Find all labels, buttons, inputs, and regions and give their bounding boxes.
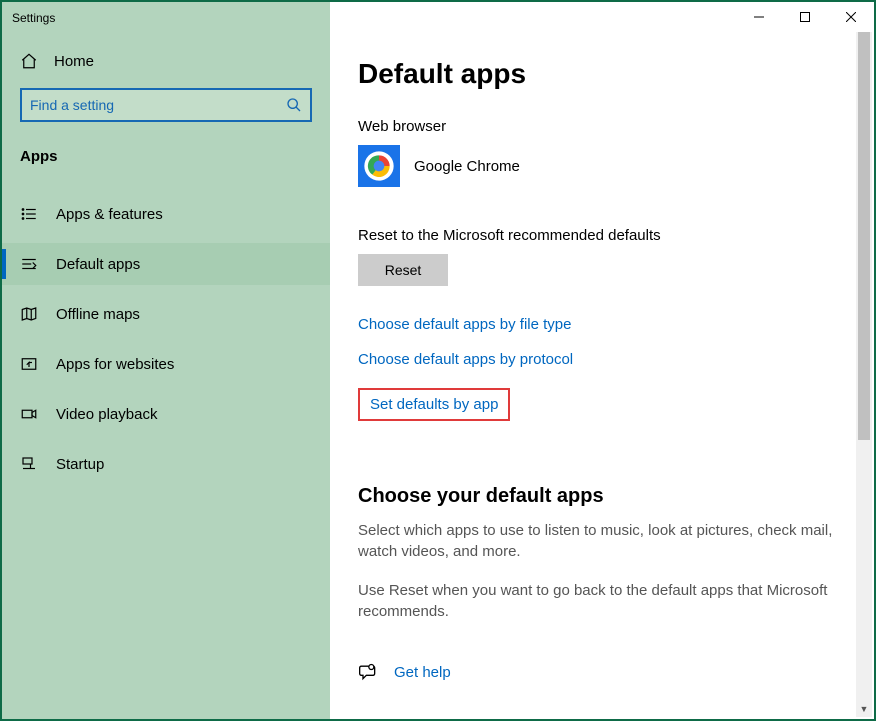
defaults-icon — [20, 255, 38, 273]
scrollbar[interactable]: ▲ ▼ — [856, 4, 872, 717]
sidebar-item-startup[interactable]: Startup — [2, 443, 330, 485]
home-nav[interactable]: Home — [2, 42, 330, 80]
startup-icon — [20, 455, 38, 473]
link-file-type[interactable]: Choose default apps by file type — [358, 316, 846, 333]
search-icon — [286, 97, 302, 113]
home-icon — [20, 52, 38, 70]
chat-help-icon — [358, 662, 378, 682]
choose-description-2: Use Reset when you want to go back to th… — [358, 580, 846, 622]
window-title-text: Settings — [12, 11, 55, 25]
sidebar-item-label: Startup — [56, 456, 104, 473]
window-title: Settings — [2, 2, 330, 32]
default-web-browser-name: Google Chrome — [414, 158, 520, 175]
scroll-thumb[interactable] — [858, 20, 870, 440]
close-button[interactable] — [828, 2, 874, 32]
highlight-box: Set defaults by app — [358, 388, 510, 421]
sidebar-item-label: Apps & features — [56, 206, 163, 223]
web-browser-label: Web browser — [358, 118, 846, 135]
sidebar-item-apps-websites[interactable]: Apps for websites — [2, 343, 330, 385]
open-external-icon — [20, 355, 38, 373]
reset-description: Reset to the Microsoft recommended defau… — [358, 227, 846, 244]
scroll-down-icon[interactable]: ▼ — [856, 701, 872, 717]
page-title: Default apps — [358, 58, 846, 90]
sidebar-item-default-apps[interactable]: Default apps — [2, 243, 330, 285]
search-box[interactable] — [20, 88, 312, 122]
map-icon — [20, 305, 38, 323]
search-input[interactable] — [30, 97, 286, 113]
choose-description-1: Select which apps to use to listen to mu… — [358, 520, 846, 562]
video-icon — [20, 405, 38, 423]
link-set-defaults-by-app[interactable]: Set defaults by app — [370, 396, 498, 413]
sidebar-item-offline-maps[interactable]: Offline maps — [2, 293, 330, 335]
sidebar-item-apps-features[interactable]: Apps & features — [2, 193, 330, 235]
sidebar-item-label: Video playback — [56, 406, 157, 423]
get-help-link[interactable]: Get help — [394, 664, 451, 681]
window-controls — [330, 2, 874, 32]
main-content: Default apps Web browser Google Chrome R… — [330, 2, 874, 719]
reset-button[interactable]: Reset — [358, 254, 448, 286]
minimize-button[interactable] — [736, 2, 782, 32]
sidebar-item-label: Default apps — [56, 256, 140, 273]
sidebar-item-label: Apps for websites — [56, 356, 174, 373]
window-body: Home Apps Apps & features — [2, 2, 874, 719]
sidebar-category: Apps — [2, 130, 330, 175]
choose-heading: Choose your default apps — [358, 485, 846, 508]
list-icon — [20, 205, 38, 223]
default-web-browser[interactable]: Google Chrome — [358, 145, 846, 187]
link-protocol[interactable]: Choose default apps by protocol — [358, 351, 846, 368]
get-help-row[interactable]: Get help — [358, 662, 846, 682]
titlebar: Settings — [2, 2, 874, 32]
sidebar-item-label: Offline maps — [56, 306, 140, 323]
sidebar-item-video-playback[interactable]: Video playback — [2, 393, 330, 435]
search-container — [2, 80, 330, 130]
sidebar-nav: Apps & features Default apps Offline map… — [2, 193, 330, 493]
sidebar: Home Apps Apps & features — [2, 2, 330, 719]
maximize-button[interactable] — [782, 2, 828, 32]
settings-window: Settings Home — [0, 0, 876, 721]
home-label: Home — [54, 53, 94, 70]
chrome-icon — [358, 145, 400, 187]
